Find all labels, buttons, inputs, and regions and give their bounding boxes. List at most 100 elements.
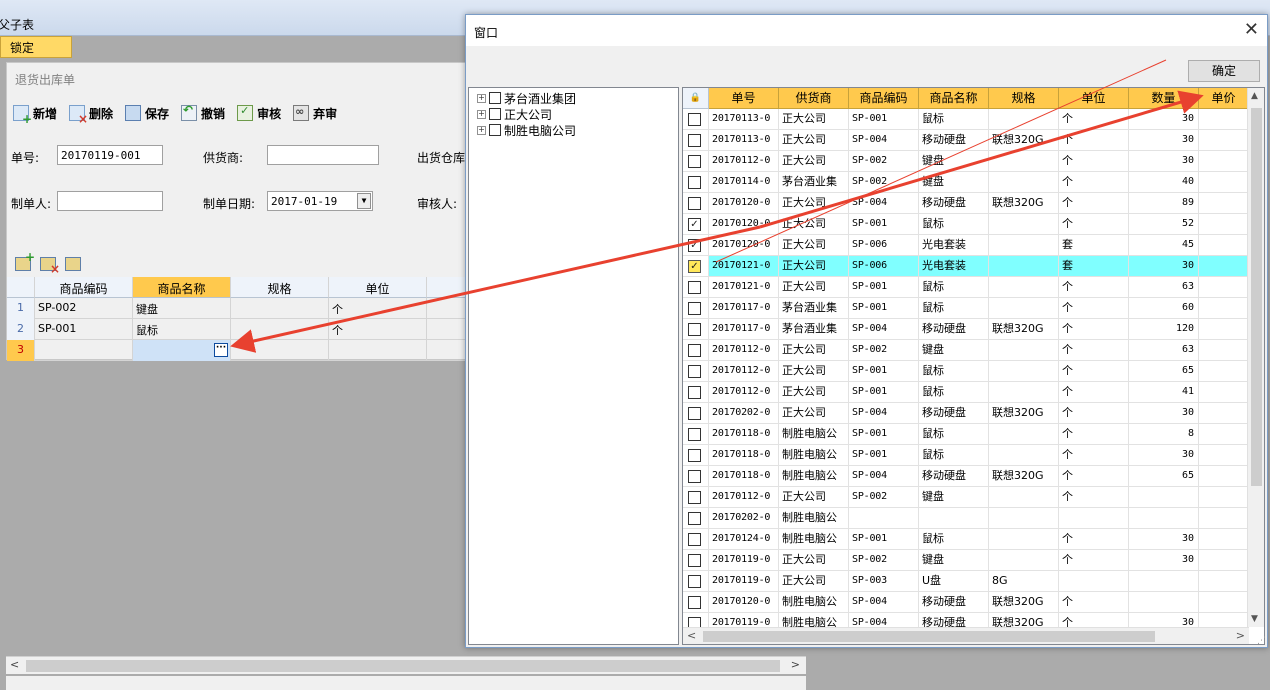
cell-name[interactable]: 鼠标 xyxy=(919,214,989,235)
cell-no[interactable]: 20170114-0 xyxy=(709,172,779,193)
cell-spec[interactable] xyxy=(989,277,1059,298)
cell-code[interactable]: SP-001 xyxy=(849,382,919,403)
lock-tab[interactable]: 锁定 xyxy=(0,36,72,58)
cell-unit[interactable]: 个 xyxy=(1059,529,1129,550)
cell-unit[interactable]: 个 xyxy=(1059,319,1129,340)
checkbox[interactable] xyxy=(688,533,701,546)
cell-code[interactable]: SP-004 xyxy=(849,319,919,340)
checkbox[interactable] xyxy=(688,113,701,126)
cell-name[interactable]: 鼠标 xyxy=(919,424,989,445)
cell-price[interactable] xyxy=(1199,487,1249,508)
scroll-down-icon[interactable]: ▼ xyxy=(1251,614,1258,624)
cell-qty[interactable]: 45 xyxy=(1129,235,1199,256)
cell-unit[interactable]: 个 xyxy=(1059,487,1129,508)
cell-no[interactable]: 20170120-0 xyxy=(709,214,779,235)
cell-no[interactable]: 20170119-0 xyxy=(709,550,779,571)
checkbox[interactable] xyxy=(688,575,701,588)
checkbox[interactable] xyxy=(489,108,501,120)
cell-spec[interactable]: 联想320G xyxy=(989,193,1059,214)
expand-icon[interactable]: + xyxy=(477,109,486,119)
cell-qty[interactable] xyxy=(1129,508,1199,529)
table-row[interactable]: 2 SP-001 鼠标 个 xyxy=(7,319,473,340)
cell-code[interactable]: SP-002 xyxy=(849,550,919,571)
cell-supplier[interactable]: 正大公司 xyxy=(779,193,849,214)
cell-name[interactable]: 键盘 xyxy=(919,487,989,508)
cell-no[interactable]: 20170112-0 xyxy=(709,361,779,382)
col-unit[interactable]: 单位 xyxy=(1059,88,1129,109)
cell-qty[interactable]: 30 xyxy=(1129,529,1199,550)
cell-price[interactable] xyxy=(1199,466,1249,487)
cell-unit[interactable]: 个 xyxy=(1059,466,1129,487)
cell-code[interactable]: SP-004 xyxy=(849,466,919,487)
cell-spec[interactable] xyxy=(989,172,1059,193)
checkbox[interactable] xyxy=(688,512,701,525)
table-row[interactable]: ✓ 20170121-0 正大公司 SP-006 光电套装 套 30 xyxy=(683,256,1249,277)
cell-name[interactable]: 移动硬盘 xyxy=(919,319,989,340)
checkbox[interactable] xyxy=(688,344,701,357)
cell-qty[interactable]: 63 xyxy=(1129,340,1199,361)
lock-icon[interactable]: 🔒 xyxy=(683,88,709,109)
cell-qty[interactable]: 30 xyxy=(1129,256,1199,277)
cell-name[interactable]: 光电套装 xyxy=(919,256,989,277)
cell-code[interactable]: SP-001 xyxy=(35,319,133,340)
cell-code[interactable]: SP-003 xyxy=(849,571,919,592)
tree-item[interactable]: + 正大公司 xyxy=(477,106,552,122)
cell-name[interactable]: 键盘 xyxy=(919,340,989,361)
delete-button[interactable]: 删除 xyxy=(69,103,113,126)
cell-name[interactable]: 移动硬盘 xyxy=(919,193,989,214)
cell-code[interactable] xyxy=(35,340,133,361)
cell-qty[interactable] xyxy=(1129,487,1199,508)
checkbox[interactable] xyxy=(688,407,701,420)
chevron-down-icon[interactable]: ▼ xyxy=(357,193,371,209)
cell-price[interactable] xyxy=(1199,109,1249,130)
cell-supplier[interactable]: 正大公司 xyxy=(779,382,849,403)
cell-qty[interactable]: 65 xyxy=(1129,466,1199,487)
cell-name[interactable]: 鼠标 xyxy=(919,298,989,319)
col-name[interactable]: 商品名称 xyxy=(919,88,989,109)
table-row[interactable]: 20170118-0 制胜电脑公 SP-001 鼠标 个 8 xyxy=(683,424,1249,445)
cell-spec[interactable] xyxy=(231,298,329,319)
cell-unit[interactable]: 个 xyxy=(1059,403,1129,424)
ellipsis-button[interactable]: ··· xyxy=(214,343,228,357)
cell-unit[interactable]: 个 xyxy=(1059,382,1129,403)
cell-code[interactable]: SP-006 xyxy=(849,256,919,277)
cell-spec[interactable]: 联想320G xyxy=(989,466,1059,487)
cell-price[interactable] xyxy=(1199,508,1249,529)
cell-price[interactable] xyxy=(1199,193,1249,214)
cell-unit[interactable]: 套 xyxy=(1059,235,1129,256)
cell-supplier[interactable]: 正大公司 xyxy=(779,235,849,256)
checkbox[interactable]: ✓ xyxy=(688,239,701,252)
cell-spec[interactable] xyxy=(989,550,1059,571)
order-no-field[interactable]: 20170119-001 xyxy=(57,145,163,165)
horizontal-scrollbar[interactable]: < > xyxy=(683,627,1249,644)
cell-qty[interactable]: 41 xyxy=(1129,382,1199,403)
cell-no[interactable]: 20170202-0 xyxy=(709,403,779,424)
cell-code[interactable]: SP-001 xyxy=(849,361,919,382)
cell-spec[interactable]: 联想320G xyxy=(989,592,1059,613)
cell-name[interactable]: 鼠标 xyxy=(919,361,989,382)
undo-button[interactable]: 撤销 xyxy=(181,103,225,123)
cell-no[interactable]: 20170117-0 xyxy=(709,319,779,340)
ok-button[interactable]: 确定 xyxy=(1188,60,1260,82)
cell-spec[interactable] xyxy=(989,256,1059,277)
table-row[interactable]: 20170121-0 正大公司 SP-001 鼠标 个 63 xyxy=(683,277,1249,298)
cell-code[interactable]: SP-002 xyxy=(35,298,133,319)
cell-unit[interactable]: 个 xyxy=(1059,298,1129,319)
cell-name[interactable]: U盘 xyxy=(919,571,989,592)
cell-name[interactable]: 鼠标 xyxy=(919,529,989,550)
cell-supplier[interactable]: 正大公司 xyxy=(779,109,849,130)
cell-name[interactable]: 鼠标 xyxy=(133,319,231,340)
cell-spec[interactable] xyxy=(989,151,1059,172)
cell-code[interactable]: SP-002 xyxy=(849,151,919,172)
cell-spec[interactable]: 8G xyxy=(989,571,1059,592)
cell-name[interactable]: 鼠标 xyxy=(919,445,989,466)
cell-supplier[interactable]: 正大公司 xyxy=(779,571,849,592)
cell-name[interactable]: 光电套装 xyxy=(919,235,989,256)
cell-spec[interactable] xyxy=(231,340,329,361)
col-supplier[interactable]: 供货商 xyxy=(779,88,849,109)
cell-code[interactable]: SP-001 xyxy=(849,277,919,298)
cell-name[interactable]: 移动硬盘 xyxy=(919,592,989,613)
cell-name-editing[interactable]: ··· xyxy=(133,340,231,361)
cell-price[interactable] xyxy=(1199,151,1249,172)
table-row[interactable]: 20170112-0 正大公司 SP-001 鼠标 个 65 xyxy=(683,361,1249,382)
